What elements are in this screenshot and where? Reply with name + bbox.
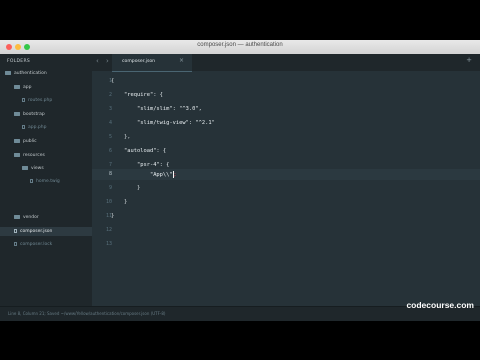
folders-header: FOLDERS [7, 59, 31, 64]
sidebar-item-label: public [23, 139, 37, 144]
file-icon [14, 241, 17, 246]
sidebar-item-vendor[interactable]: vendor [14, 214, 39, 222]
sidebar-item-composer-json[interactable]: composer.json [14, 228, 52, 236]
line-number-gutter: 1 2 3 4 5 6 7 8 9 10 11 12 13 [92, 71, 112, 306]
sidebar-item-composer-lock[interactable]: composer.lock [14, 241, 52, 249]
code-line-text: "App\\" [111, 172, 173, 178]
tab-bar: ‹ › composer.json × + [92, 54, 480, 72]
line-number-current: 8 [108, 171, 112, 177]
brand-watermark: codecourse.com [406, 300, 474, 310]
folder-icon [22, 165, 28, 170]
code-line: }, [111, 134, 131, 140]
sidebar-item-label: resources [23, 153, 45, 158]
code-line: "psr-4": { [111, 162, 170, 168]
code-line: } [111, 185, 141, 191]
line-number: 13 [105, 241, 112, 247]
line-number: 12 [105, 227, 112, 233]
sidebar-item-public[interactable]: public [14, 138, 37, 146]
file-icon [14, 228, 17, 233]
file-icon [22, 97, 25, 102]
sidebar-item-resources[interactable]: resources [14, 152, 45, 160]
folder-icon [14, 152, 20, 157]
line-number: 2 [108, 92, 112, 98]
folder-icon [14, 214, 20, 219]
sidebar-item-authentication[interactable]: authentication [5, 70, 47, 78]
code-line: } [111, 199, 128, 205]
file-icon [30, 178, 33, 183]
sidebar-item-home-twig[interactable]: home.twig [30, 178, 60, 186]
code-editor[interactable]: { "require": { "slim/slim": "^3.0", "sli… [111, 71, 471, 306]
line-number: 9 [108, 185, 112, 191]
sidebar-item-bootstrap[interactable]: bootstrap [14, 111, 45, 119]
line-number: 3 [108, 106, 112, 112]
syntax-error-mark: ; [173, 172, 177, 178]
file-icon [22, 124, 25, 129]
sidebar-item-label: app [23, 85, 32, 90]
code-line: "require": { [111, 92, 163, 98]
line-number: 1 [108, 78, 112, 84]
sidebar-item-label: app.php [28, 125, 47, 130]
chevron-right-icon[interactable]: › [106, 57, 109, 65]
sidebar-item-routes[interactable]: routes.php [22, 97, 52, 105]
line-number: 6 [108, 148, 112, 154]
sidebar-item-views[interactable]: views [22, 165, 44, 173]
sidebar-item-app[interactable]: app [14, 84, 31, 92]
line-number: 11 [105, 213, 112, 219]
sidebar-item-label: composer.lock [20, 242, 53, 247]
code-line-current: "App\\"; [111, 171, 177, 178]
code-line: } [111, 213, 115, 219]
folder-icon [5, 70, 11, 75]
status-text: Line 8, Column 21; Saved ~/www/Yellow/au… [8, 311, 166, 316]
line-number: 7 [108, 162, 112, 168]
sidebar: FOLDERS authentication app routes.php bo… [0, 54, 92, 306]
sidebar-item-label: authentication [14, 71, 47, 76]
sidebar-item-label: composer.json [20, 229, 53, 234]
sidebar-item-label: routes.php [28, 98, 53, 103]
tab-composer-json[interactable]: composer.json × [112, 54, 192, 72]
close-icon[interactable]: × [179, 57, 184, 64]
sidebar-item-label: home.twig [36, 179, 60, 184]
folder-icon [14, 111, 20, 116]
sidebar-item-label: bootstrap [23, 112, 45, 117]
folder-icon [14, 84, 20, 89]
folder-icon [14, 138, 20, 143]
code-line: "autoload": { [111, 148, 167, 154]
chevron-left-icon[interactable]: ‹ [96, 57, 99, 65]
sidebar-item-label: vendor [23, 215, 39, 220]
line-number: 5 [108, 134, 112, 140]
code-line: "slim/twig-view": "^2.1" [111, 120, 215, 126]
editor-window: composer.json — authentication FOLDERS a… [0, 40, 480, 321]
title-bar: composer.json — authentication [0, 40, 480, 55]
code-line: "slim/slim": "^3.0", [111, 106, 202, 112]
line-number: 4 [108, 120, 112, 126]
tab-label: composer.json [122, 59, 156, 64]
line-number: 10 [105, 199, 112, 205]
sidebar-item-label: views [31, 166, 44, 171]
plus-icon[interactable]: + [466, 56, 472, 64]
window-title: composer.json — authentication [197, 42, 283, 48]
sidebar-item-app-php[interactable]: app.php [22, 124, 46, 132]
code-line: { [111, 78, 115, 84]
